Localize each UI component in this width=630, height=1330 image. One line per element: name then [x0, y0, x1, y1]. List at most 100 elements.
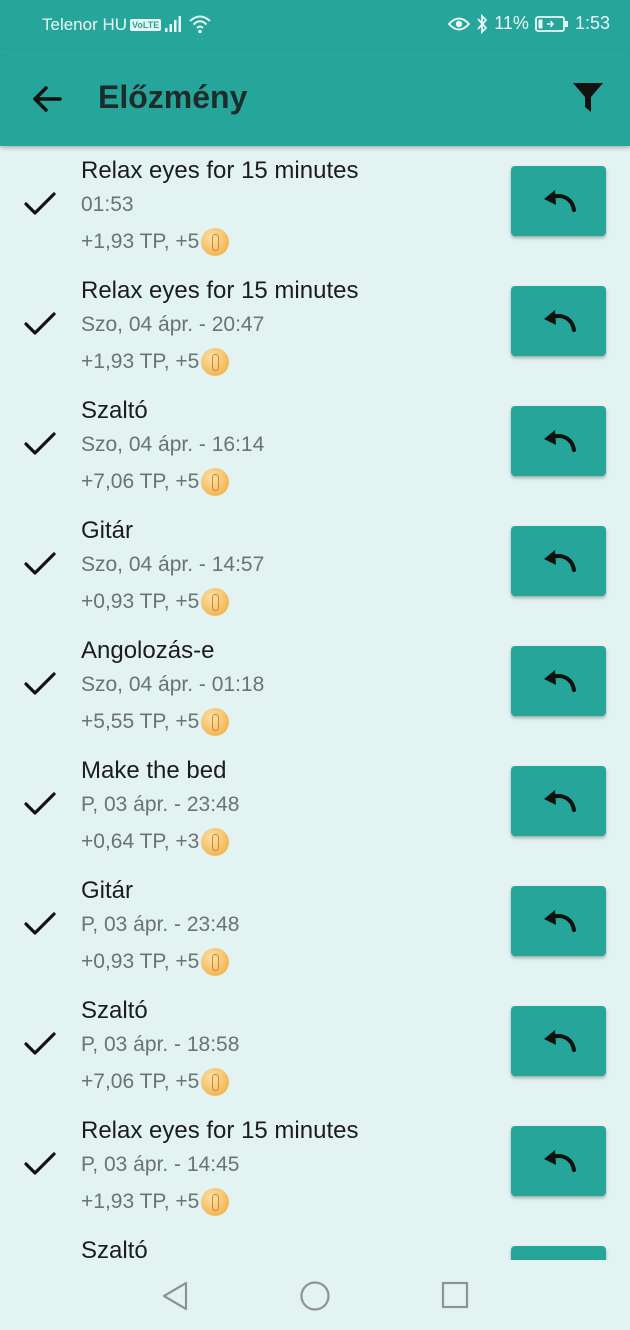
task-reward: +0,93 TP, +5: [81, 948, 230, 976]
coin-icon: [201, 348, 230, 376]
reward-text: +7,06 TP, +5: [81, 1070, 200, 1093]
undo-button[interactable]: [511, 1126, 606, 1196]
undo-icon: [543, 550, 576, 572]
undo-button[interactable]: [511, 766, 606, 836]
task-timestamp: 01:53: [81, 193, 134, 216]
task-title: Angolozás-e: [81, 637, 215, 664]
history-row: Angolozás-e Szo, 04 ápr. - 01:18 +5,55 TP,…: [0, 626, 630, 746]
coin-icon: [201, 1068, 230, 1096]
coin-icon: [201, 708, 230, 736]
task-title: Gitár: [81, 877, 134, 904]
task-reward: +1,93 TP, +5: [81, 1188, 230, 1216]
reward-text: +0,93 TP, +5: [81, 590, 200, 613]
history-row: Gitár Szo, 04 ápr. - 14:57 +0,93 TP, +5: [0, 506, 630, 626]
battery-percent: 11%: [494, 13, 529, 33]
reward-text: +0,93 TP, +5: [81, 950, 200, 973]
undo-icon: [543, 910, 576, 932]
history-row: Szaltó P, 03 ápr. - 18:58 +7,06 TP, +5: [0, 986, 630, 1106]
check-icon: [24, 312, 56, 335]
undo-icon: [543, 790, 576, 812]
task-reward: +1,93 TP, +5: [81, 228, 230, 256]
undo-button[interactable]: [511, 406, 606, 476]
nav-recent-icon[interactable]: [441, 1281, 469, 1309]
task-title: Make the bed: [81, 757, 227, 784]
task-timestamp: P, 03 ápr. - 23:48: [81, 913, 240, 936]
history-row: Relax eyes for 15 minutes 01:53 +1,93 TP, …: [0, 146, 630, 266]
undo-button[interactable]: [511, 1006, 606, 1076]
reward-text: +0,64 TP, +3: [81, 830, 200, 853]
task-title: Relax eyes for 15 minutes: [81, 157, 359, 184]
check-icon: [24, 552, 56, 575]
task-reward: +0,64 TP, +3: [81, 828, 230, 856]
task-title: Szaltó: [81, 997, 148, 1024]
bluetooth-icon: [477, 13, 488, 34]
history-row: Relax eyes for 15 minutes P, 03 ápr. - 14…: [0, 1106, 630, 1226]
coin-icon: [201, 1188, 230, 1216]
history-row: Szaltó: [0, 1226, 630, 1260]
status-bar: Telenor HU VoLTE 11% 1:53: [0, 0, 630, 50]
system-nav-bar: [0, 1260, 630, 1330]
history-list[interactable]: Relax eyes for 15 minutes 01:53 +1,93 TP, …: [0, 146, 630, 1260]
task-title: Gitár: [81, 517, 134, 544]
check-icon: [24, 1152, 56, 1175]
arrow-left-icon: [33, 86, 62, 112]
undo-icon: [543, 430, 576, 452]
signal-icon: [165, 16, 181, 32]
app-bar: Előzmény: [0, 50, 630, 146]
carrier-name: Telenor HU: [42, 15, 128, 34]
reward-text: +1,93 TP, +5: [81, 230, 200, 253]
coin-icon: [201, 588, 230, 616]
undo-button[interactable]: [511, 1246, 606, 1260]
task-title: Relax eyes for 15 minutes: [81, 1117, 359, 1144]
task-timestamp: Szo, 04 ápr. - 16:14: [81, 433, 265, 456]
task-title: Relax eyes for 15 minutes: [81, 277, 359, 304]
task-title: Szaltó: [81, 1237, 148, 1260]
wifi-icon: [189, 15, 211, 34]
reward-text: +1,93 TP, +5: [81, 1190, 200, 1213]
volte-badge: VoLTE: [130, 19, 162, 31]
task-reward: +5,55 TP, +5: [81, 708, 230, 736]
nav-home-icon[interactable]: [299, 1280, 331, 1312]
battery-icon: [535, 15, 568, 32]
check-icon: [24, 432, 56, 455]
task-timestamp: Szo, 04 ápr. - 01:18: [81, 673, 265, 696]
undo-button[interactable]: [511, 886, 606, 956]
check-icon: [24, 792, 56, 815]
coin-icon: [201, 468, 230, 496]
check-icon: [24, 672, 56, 695]
undo-button[interactable]: [511, 646, 606, 716]
coin-icon: [201, 828, 230, 856]
task-timestamp: Szo, 04 ápr. - 14:57: [81, 553, 265, 576]
undo-icon: [543, 1030, 576, 1052]
history-row: Szaltó Szo, 04 ápr. - 16:14 +7,06 TP, +5: [0, 386, 630, 506]
task-reward: +1,93 TP, +5: [81, 348, 230, 376]
carrier: Telenor HU VoLTE: [42, 15, 162, 35]
check-icon: [24, 1032, 56, 1055]
page-title: Előzmény: [98, 79, 248, 115]
task-timestamp: Szo, 04 ápr. - 20:47: [81, 313, 265, 336]
task-title: Szaltó: [81, 397, 148, 424]
history-row: Gitár P, 03 ápr. - 23:48 +0,93 TP, +5: [0, 866, 630, 986]
check-icon: [24, 192, 56, 215]
task-reward: +7,06 TP, +5: [81, 1068, 230, 1096]
undo-icon: [543, 190, 576, 212]
task-reward: +7,06 TP, +5: [81, 468, 230, 496]
reward-text: +7,06 TP, +5: [81, 470, 200, 493]
undo-button[interactable]: [511, 526, 606, 596]
undo-icon: [543, 310, 576, 332]
back-button[interactable]: [30, 81, 66, 117]
task-timestamp: P, 03 ápr. - 23:48: [81, 793, 240, 816]
clock: 1:53: [574, 13, 610, 33]
reward-text: +1,93 TP, +5: [81, 350, 200, 373]
history-row: Make the bed P, 03 ápr. - 23:48 +0,64 TP, …: [0, 746, 630, 866]
coin-icon: [201, 228, 230, 256]
nav-back-icon[interactable]: [160, 1281, 190, 1311]
undo-button[interactable]: [511, 166, 606, 236]
undo-button[interactable]: [511, 286, 606, 356]
eye-icon: [448, 17, 471, 30]
filter-button[interactable]: [570, 80, 606, 116]
history-row: Relax eyes for 15 minutes Szo, 04 ápr. - …: [0, 266, 630, 386]
filter-icon: [573, 83, 603, 112]
check-icon: [24, 912, 56, 935]
task-timestamp: P, 03 ápr. - 14:45: [81, 1153, 240, 1176]
